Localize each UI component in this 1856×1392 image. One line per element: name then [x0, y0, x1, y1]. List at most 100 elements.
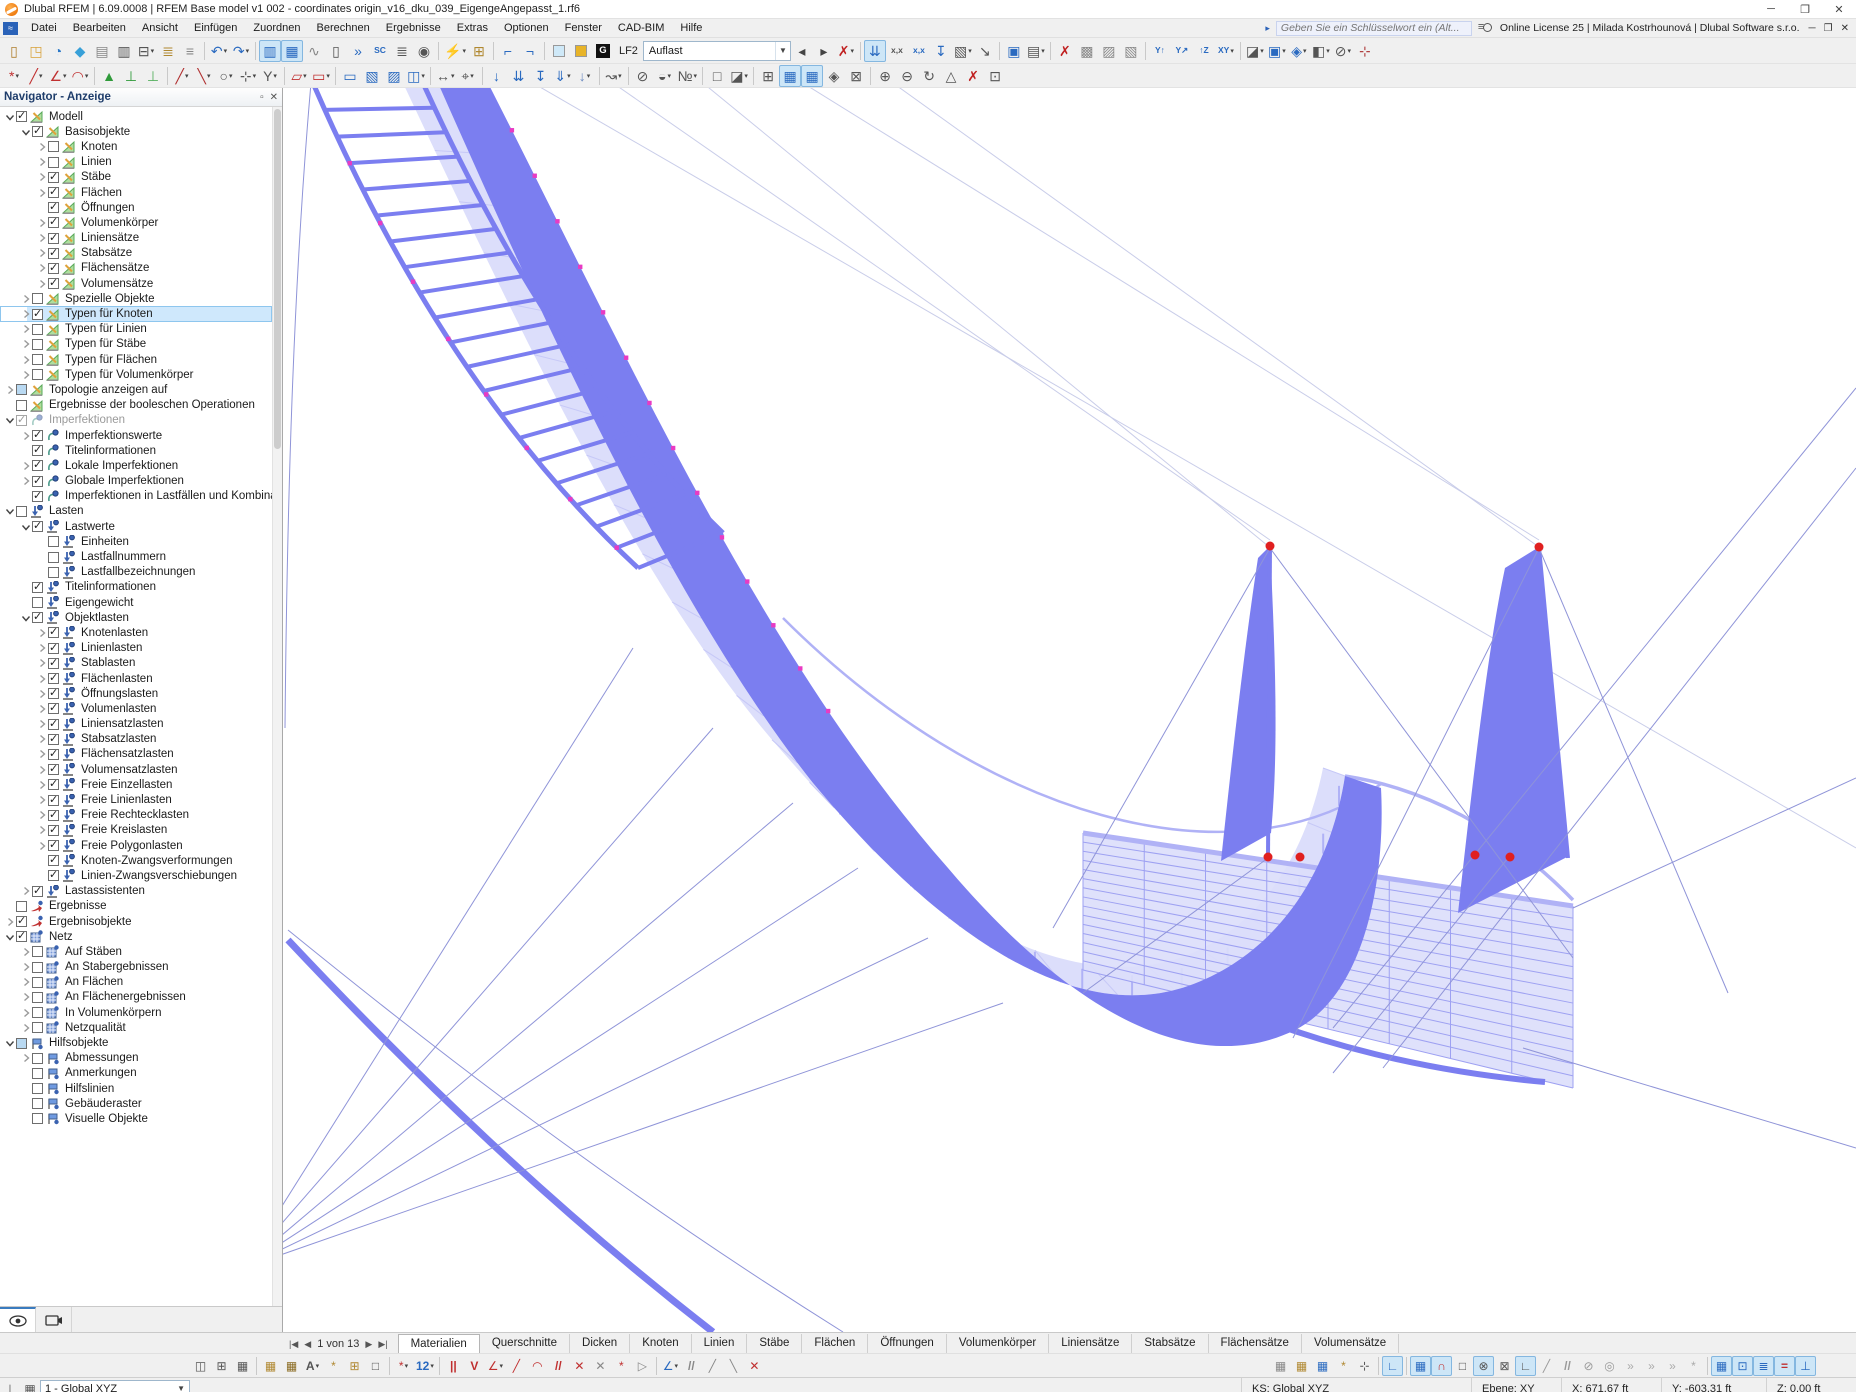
mesh-quality-button[interactable]: ◈ [823, 65, 845, 87]
expander-icon[interactable] [3, 505, 16, 517]
menu-hilfe[interactable]: Hilfe [672, 20, 710, 36]
expander-icon[interactable] [19, 612, 32, 624]
expander-icon[interactable] [35, 779, 48, 791]
expander-icon[interactable] [19, 1007, 32, 1019]
tree-item-freie-einzellasten[interactable]: Freie Einzellasten [0, 777, 272, 792]
visibility-checkbox[interactable] [48, 261, 59, 274]
menu-zuordnen[interactable]: Zuordnen [245, 20, 308, 36]
tree-item-netzqualität[interactable]: Netzqualität [0, 1020, 272, 1035]
window-new-button[interactable]: □ [365, 1356, 386, 1376]
frame-new-button[interactable]: ⊞ [344, 1356, 365, 1376]
visibility-checkbox[interactable] [48, 762, 59, 776]
skew3-snap-toggle[interactable]: » [1662, 1356, 1683, 1376]
menu-optionen[interactable]: Optionen [496, 20, 557, 36]
poly-net-button[interactable]: ✕ [744, 1356, 765, 1376]
zoom-out-button[interactable]: ⊖ [896, 65, 918, 87]
visibility-checkbox[interactable] [32, 124, 43, 138]
tree-item-lastfallbezeichnungen[interactable]: Lastfallbezeichnungen [0, 565, 272, 580]
tree-item-typen-für-stäbe[interactable]: Typen für Stäbe [0, 337, 272, 352]
table-tab-knoten[interactable]: Knoten [630, 1334, 692, 1353]
redo-button[interactable]: ↷ ▾ [230, 40, 252, 62]
console-button[interactable]: » [347, 40, 369, 62]
expander-icon[interactable] [19, 976, 32, 988]
expander-icon[interactable] [19, 946, 32, 958]
clipping-plane-button[interactable]: ⊘ ▾ [1332, 40, 1354, 62]
tree-item-freie-kreislasten[interactable]: Freie Kreislasten [0, 823, 272, 838]
tree-item-an-stabergebnissen[interactable]: An Stabergebnissen [0, 960, 272, 975]
table-prev-button[interactable]: ◀ [304, 1339, 311, 1350]
surface-load-button[interactable]: ⇓ ▾ [552, 65, 574, 87]
nodal-support-button[interactable]: ▲ [98, 65, 120, 87]
teamwork-button[interactable]: ◔ [47, 40, 69, 62]
visibility-checkbox[interactable] [32, 293, 43, 305]
visibility-checkbox[interactable] [16, 413, 27, 426]
contact-solid-button[interactable]: ◫ ▾ [405, 65, 427, 87]
visibility-checkbox[interactable] [32, 1113, 43, 1125]
endpoint-snap-toggle[interactable]: □ [1452, 1356, 1473, 1376]
tree-item-imperfektionen-in-lastfällen-und-kombina[interactable]: Imperfektionen in Lastfällen und Kombina… [0, 489, 272, 504]
table-tab-dicken[interactable]: Dicken [570, 1334, 631, 1353]
render-wire-button[interactable]: ▧ [1120, 40, 1142, 62]
expander-icon[interactable] [19, 1022, 32, 1034]
tree-item-lastwerte[interactable]: Lastwerte [0, 519, 272, 534]
ortho-snap-toggle[interactable]: ∟ [1382, 1355, 1403, 1376]
new-member-button[interactable]: ╱ ▾ [171, 65, 193, 87]
tree-item-typen-für-volumenkörper[interactable]: Typen für Volumenkörper [0, 367, 272, 382]
rotate-view-button[interactable]: ↻ [918, 65, 940, 87]
menu-bearbeiten[interactable]: Bearbeiten [65, 20, 134, 36]
tree-item-stäbe[interactable]: Stäbe [0, 170, 272, 185]
expander-icon[interactable] [19, 460, 32, 472]
work-plane-toggle[interactable]: ⊡ [1732, 1355, 1753, 1376]
expander-icon[interactable] [35, 764, 48, 776]
member-hinge-button[interactable]: ○ ▾ [215, 65, 237, 87]
menu-berechnen[interactable]: Berechnen [309, 20, 378, 36]
table-view-button[interactable]: ▥ [259, 39, 281, 62]
visibility-checkbox[interactable] [16, 1037, 27, 1049]
mesh-delete-button[interactable]: ⊠ [845, 65, 867, 87]
visibility-checkbox[interactable] [32, 1022, 43, 1034]
menu-datei[interactable]: Datei [23, 20, 65, 36]
tree-item-modell[interactable]: Modell [0, 109, 272, 124]
dimension-button[interactable]: ↔ ▾ [434, 65, 457, 87]
visibility-checkbox[interactable] [32, 1098, 43, 1110]
menu-ergebnisse[interactable]: Ergebnisse [378, 20, 449, 36]
expander-icon[interactable] [3, 916, 16, 928]
visibility-checkbox[interactable] [32, 597, 43, 609]
new-polyline-button[interactable]: ∠ ▾ [47, 65, 69, 87]
panel-close-icon[interactable]: ✕ [270, 92, 278, 103]
magnet-snap-toggle[interactable]: ∩ [1431, 1355, 1452, 1376]
poly-parallel-button[interactable]: // [681, 1356, 702, 1376]
table-tab-flächensätze[interactable]: Flächensätze [1208, 1334, 1302, 1353]
new-window-button[interactable]: ⌐ [497, 40, 519, 62]
menu-fenster[interactable]: Fenster [557, 20, 610, 36]
tree-item-knoten-zwangsverformungen[interactable]: Knoten-Zwangsverformungen [0, 853, 272, 868]
cad-copy-button[interactable]: ⊞ [211, 1356, 232, 1376]
layers-toggle[interactable]: ≣ [1753, 1355, 1774, 1376]
table-first-button[interactable]: |◀ [289, 1339, 298, 1350]
zoom-in-button[interactable]: ⊕ [874, 65, 896, 87]
tree-item-knotenlasten[interactable]: Knotenlasten [0, 625, 272, 640]
member-division-button[interactable]: Y ▾ [259, 65, 281, 87]
visibility-checkbox[interactable] [32, 369, 43, 381]
select-special-button[interactable]: ◪ ▾ [728, 65, 750, 87]
mdi-minimize-button[interactable]: ─ [1806, 23, 1819, 34]
free-load-button[interactable]: ↓ ▾ [574, 65, 596, 87]
visibility-checkbox[interactable] [48, 732, 59, 745]
line-load-button[interactable]: ⇊ [508, 65, 530, 87]
diagram-button[interactable]: ∿ [303, 40, 325, 62]
skew2-snap-toggle[interactable]: » [1641, 1356, 1662, 1376]
grid-edit-button[interactable]: ▦ [281, 1356, 302, 1376]
expander-icon[interactable] [35, 748, 48, 760]
visibility-checkbox[interactable] [48, 625, 59, 639]
tree-item-imperfektionen[interactable]: Imperfektionen [0, 413, 272, 428]
expander-icon[interactable] [19, 961, 32, 973]
delete-all-button[interactable]: ✗ [962, 65, 984, 87]
tree-item-liniensätze[interactable]: Liniensätze [0, 231, 272, 246]
guideline-v-button[interactable]: V [464, 1356, 485, 1376]
dimension-tool-button[interactable]: A ▾ [302, 1356, 323, 1376]
expander-icon[interactable] [35, 688, 48, 700]
imperfection-button[interactable]: ↝ ▾ [603, 65, 625, 87]
visibility-checkbox[interactable] [48, 868, 59, 882]
visibility-checkbox[interactable] [48, 536, 59, 548]
member-eccentricity-button[interactable]: ⊹ ▾ [237, 65, 259, 87]
